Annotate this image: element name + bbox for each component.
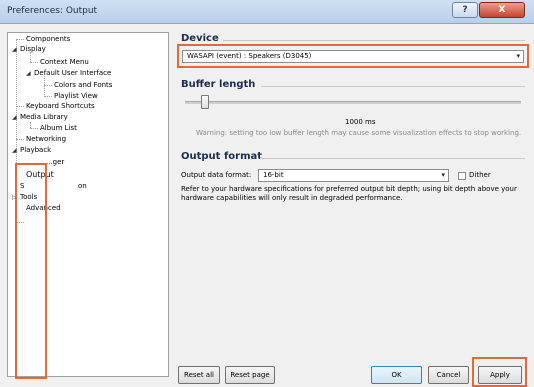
tree-connector — [44, 76, 45, 97]
output-format-divider — [260, 158, 525, 159]
chevron-down-icon: ▾ — [516, 52, 520, 60]
preferences-tree[interactable]: Components ◢ Display Context Menu ◢ Defa… — [7, 32, 169, 379]
tree-item-components[interactable]: Components — [26, 35, 70, 43]
reset-all-button[interactable]: Reset all — [178, 366, 220, 384]
device-dropdown[interactable]: WASAPI (event) : Speakers (D3045) ▾ — [182, 50, 524, 63]
cancel-button[interactable]: Cancel — [428, 366, 469, 384]
tree-connector — [16, 39, 24, 40]
tree-item-display[interactable]: Display — [20, 45, 46, 53]
device-heading: Device — [181, 33, 219, 44]
buffer-slider-thumb[interactable] — [201, 95, 209, 109]
buffer-value-label: 1000 ms — [345, 118, 376, 126]
tree-connector — [30, 128, 38, 129]
dither-label: Dither — [469, 171, 491, 179]
output-format-heading: Output format — [181, 151, 263, 162]
tree-connector — [30, 62, 38, 63]
output-format-help-line-2: hardware capabilities will only result i… — [181, 194, 403, 202]
buffer-warning: Warning: setting too low buffer length m… — [196, 129, 522, 137]
buffer-length-heading: Buffer length — [181, 79, 256, 90]
collapse-arrow-icon[interactable]: ◢ — [12, 114, 17, 121]
tree-item-context-menu[interactable]: Context Menu — [40, 58, 89, 66]
output-data-format-dropdown[interactable]: 16-bit ▾ — [258, 169, 449, 182]
tree-connector — [44, 85, 52, 86]
window-title: Preferences: Output — [7, 6, 98, 16]
apply-button[interactable]: Apply — [478, 366, 522, 384]
dither-checkbox[interactable] — [458, 172, 466, 180]
help-button[interactable]: ? — [452, 2, 478, 18]
chevron-down-icon: ▾ — [441, 171, 445, 179]
tree-item-keyboard-shortcuts[interactable]: Keyboard Shortcuts — [26, 102, 95, 110]
tree-item-networking[interactable]: Networking — [26, 135, 66, 143]
tree-item-playback[interactable]: Playback — [20, 146, 51, 154]
device-divider — [223, 40, 525, 41]
collapse-arrow-icon[interactable]: ◢ — [12, 147, 17, 154]
output-highlight — [15, 163, 47, 379]
tree-item-album-list[interactable]: Album List — [40, 124, 77, 132]
tree-item-colors-and-fonts[interactable]: Colors and Fonts — [54, 81, 112, 89]
tree-item-playlist-view[interactable]: Playlist View — [54, 92, 98, 100]
tree-item-partial[interactable]: ...ger — [46, 158, 64, 166]
tree-item-media-library[interactable]: Media Library — [20, 113, 68, 121]
output-data-format-label: Output data format: — [181, 171, 252, 179]
tree-item-partial-on[interactable]: on — [78, 182, 87, 190]
collapse-arrow-icon[interactable]: ◢ — [12, 46, 17, 53]
output-format-selected-value: 16-bit — [263, 171, 284, 179]
collapse-arrow-icon[interactable]: ◢ — [26, 70, 31, 77]
tree-connector — [30, 52, 31, 62]
device-selected-value: WASAPI (event) : Speakers (D3045) — [187, 52, 312, 60]
reset-page-button[interactable]: Reset page — [225, 366, 275, 384]
tree-connector — [16, 139, 24, 140]
title-bar: Preferences: Output ? X — [0, 0, 534, 24]
close-button[interactable]: X — [479, 2, 525, 18]
tree-connector — [44, 96, 52, 97]
output-settings-panel: Device WASAPI (event) : Speakers (D3045)… — [177, 32, 529, 387]
tree-connector — [16, 106, 24, 107]
buffer-slider-track[interactable] — [185, 101, 521, 104]
output-format-help-line-1: Refer to your hardware specifications fo… — [181, 185, 517, 193]
ok-button[interactable]: OK — [371, 366, 422, 384]
buffer-divider — [261, 86, 525, 87]
tree-item-default-user-interface[interactable]: Default User Interface — [34, 69, 111, 77]
